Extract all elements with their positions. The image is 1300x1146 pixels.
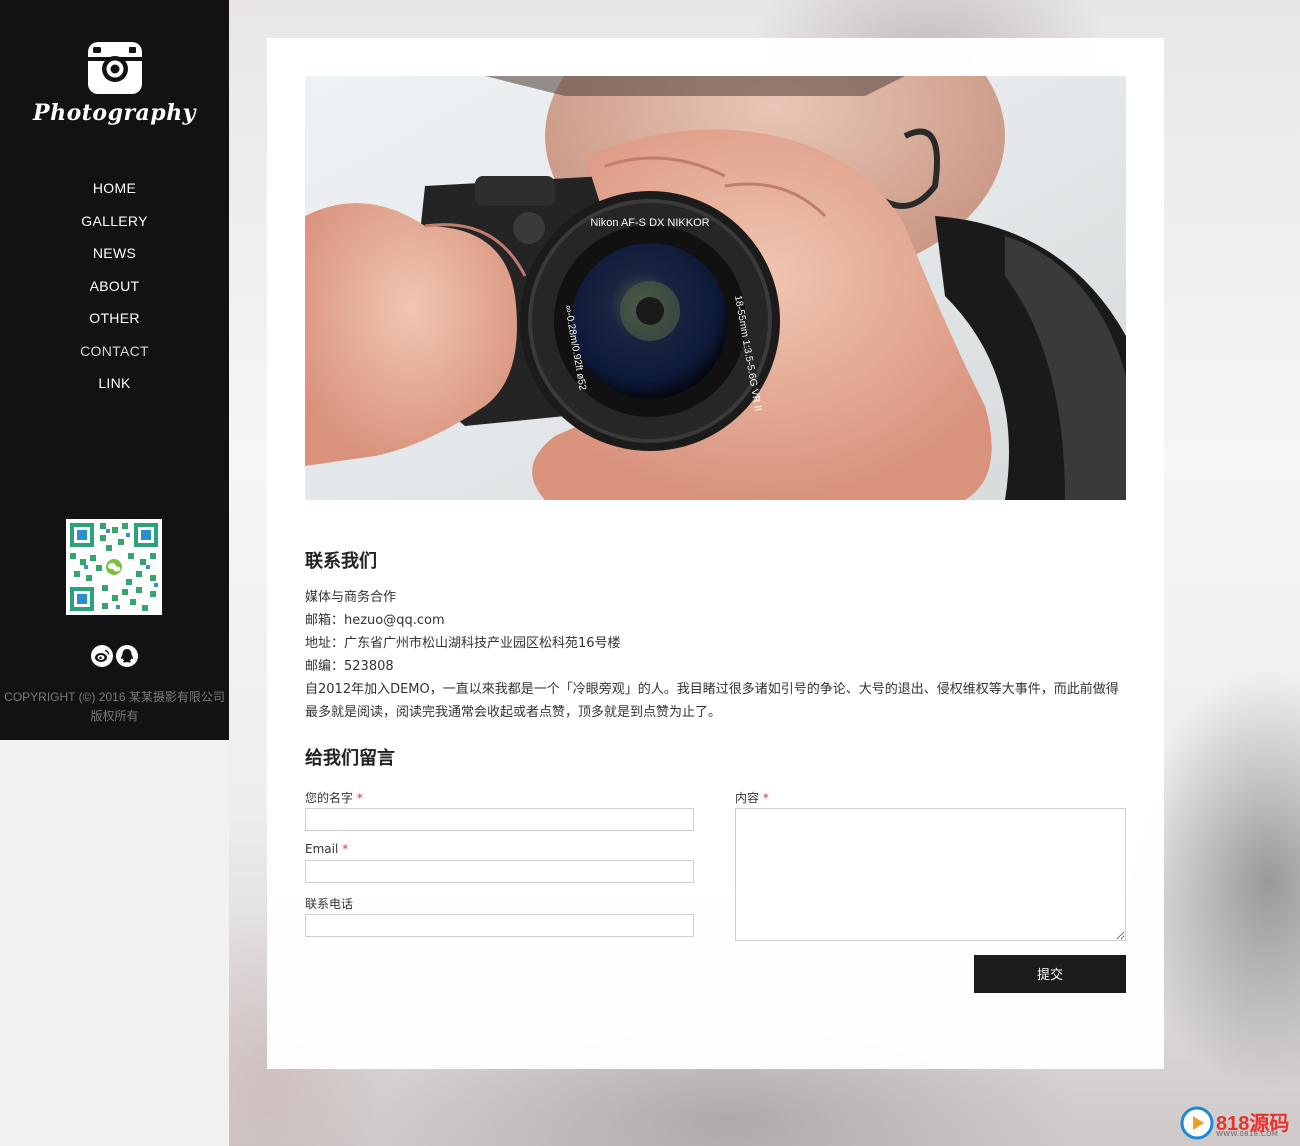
nav-item-other[interactable]: OTHER <box>0 306 229 339</box>
nav-item-contact[interactable]: CONTACT <box>0 339 229 372</box>
contact-email: 邮箱：hezuo@qq.com <box>305 613 445 628</box>
lens-text: Nikon AF-S DX NIKKOR <box>590 217 709 229</box>
contact-postcode: 邮编：523808 <box>305 659 394 674</box>
name-label: 您的名字 * <box>305 789 363 806</box>
social-icons <box>91 645 138 667</box>
contact-line: 媒体与商务合作 <box>305 590 397 605</box>
nav-item-home[interactable]: HOME <box>0 176 229 209</box>
submit-button[interactable]: 提交 <box>974 955 1126 993</box>
copyright: COPYRIGHT (©) 2016 某某摄影有限公司 版权所有 <box>0 688 229 726</box>
message-form-title: 给我们留言 <box>305 748 395 769</box>
contact-title: 联系我们 <box>305 551 377 572</box>
required-mark: * <box>762 791 769 805</box>
hero-photo-camera: Nikon AF-S DX NIKKOR 18-55mm 1:3.5-5.6G … <box>305 76 1126 500</box>
content-card: Nikon AF-S DX NIKKOR 18-55mm 1:3.5-5.6G … <box>267 38 1164 1069</box>
wechat-qr-code <box>66 519 162 615</box>
nav-item-news[interactable]: NEWS <box>0 241 229 274</box>
email-input[interactable] <box>305 860 694 883</box>
name-input[interactable] <box>305 808 694 831</box>
phone-label: 联系电话 <box>305 897 354 911</box>
contact-paragraph: 自2012年加入DEMO，一直以來我都是一个「冷眼旁观」的人。我目睹过很多诸如引… <box>305 682 1119 720</box>
copyright-line: COPYRIGHT (©) 2016 某某摄影有限公司 <box>4 690 225 704</box>
email-label-text: Email <box>305 842 339 856</box>
required-mark: * <box>342 842 349 856</box>
content-label-text: 内容 <box>735 791 760 805</box>
watermark-sub: WWW.0818.COM <box>1216 1130 1279 1138</box>
nav-item-gallery[interactable]: GALLERY <box>0 209 229 242</box>
contact-address: 地址：广东省广州市松山湖科技产业园区松科苑16号楼 <box>305 636 621 651</box>
nav-item-about[interactable]: ABOUT <box>0 274 229 307</box>
sidebar: Photography HOME GALLERY NEWS ABOUT OTHE… <box>0 0 229 740</box>
contact-info: 媒体与商务合作 邮箱：hezuo@qq.com 地址：广东省广州市松山湖科技产业… <box>305 586 1126 724</box>
logo-text[interactable]: Photography <box>0 100 229 126</box>
hero-image: Nikon AF-S DX NIKKOR 18-55mm 1:3.5-5.6G … <box>305 76 1126 500</box>
weibo-icon[interactable] <box>91 645 113 667</box>
site-watermark: 818源码 WWW.0818.COM <box>1180 1106 1295 1142</box>
required-mark: * <box>356 791 363 805</box>
nav-item-link[interactable]: LINK <box>0 371 229 404</box>
phone-input[interactable] <box>305 914 694 937</box>
name-label-text: 您的名字 <box>305 791 354 805</box>
copyright-line: 版权所有 <box>90 709 139 723</box>
main-nav: HOME GALLERY NEWS ABOUT OTHER CONTACT LI… <box>0 176 229 404</box>
email-label: Email * <box>305 842 348 856</box>
qq-icon[interactable] <box>116 645 138 667</box>
content-textarea[interactable] <box>735 808 1126 941</box>
play-logo-icon <box>1180 1106 1214 1140</box>
content-label: 内容 * <box>735 789 769 806</box>
camera-logo-icon[interactable] <box>87 40 143 96</box>
